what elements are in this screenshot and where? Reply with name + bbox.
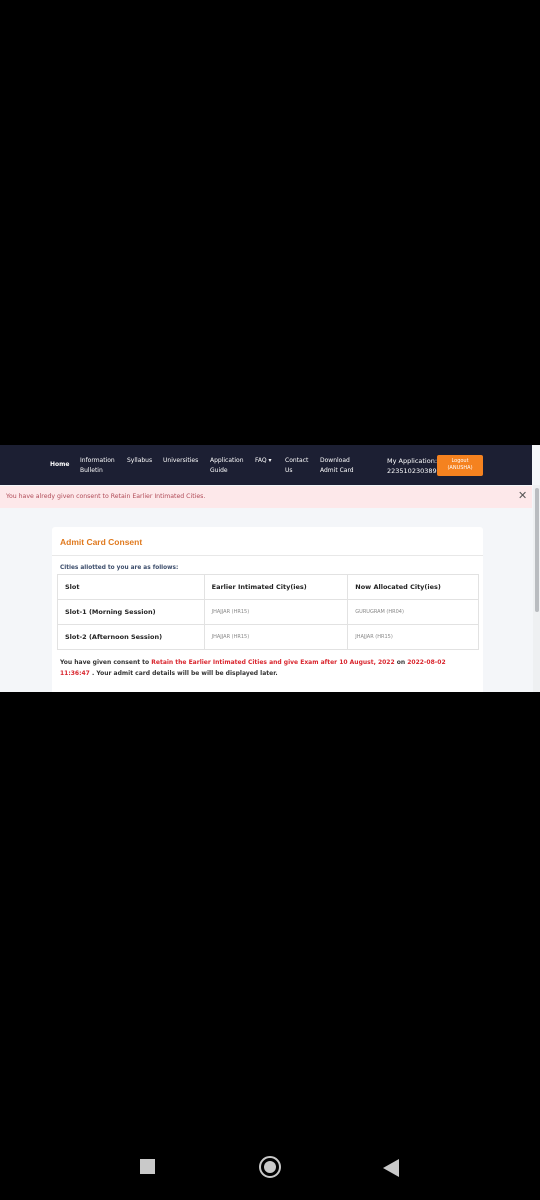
nav-universities[interactable]: Universities [163, 456, 198, 466]
now-city-cell: GURUGRAM (HR04) [347, 599, 479, 625]
alert-text: You have alredy given consent to Retain … [6, 493, 206, 500]
logout-button[interactable]: Logout (ANUSHA) [437, 455, 483, 476]
back-button[interactable] [383, 1159, 399, 1177]
cities-table: Slot Earlier Intimated City(ies) Now All… [57, 574, 479, 650]
slot-cell: Slot-1 (Morning Session) [57, 599, 205, 625]
application-number: 223510230389 [387, 467, 437, 475]
nav-faq-dropdown[interactable]: FAQ ▾ [255, 456, 272, 466]
card-title: Admit Card Consent [60, 537, 143, 547]
card-divider [52, 555, 483, 556]
now-city-cell: JHAJJAR (HR15) [347, 624, 479, 650]
table-row: Slot-2 (Afternoon Session) JHAJJAR (HR15… [57, 624, 479, 650]
admit-card-consent-card: Admit Card Consent Cities allotted to yo… [52, 527, 483, 692]
nav-syllabus[interactable]: Syllabus [127, 456, 152, 466]
consent-message: You have given consent to Retain the Ear… [60, 657, 470, 679]
close-icon[interactable]: ✕ [518, 489, 527, 503]
cities-note: Cities allotted to you are as follows: [60, 565, 179, 571]
my-application: My Application: 223510230389 [387, 456, 437, 476]
slot-cell: Slot-2 (Afternoon Session) [57, 624, 205, 650]
nav-download-admit-card[interactable]: Download Admit Card [320, 456, 354, 476]
browser-viewport: Home Information Bulletin Syllabus Unive… [0, 445, 540, 692]
nav-contact-us[interactable]: Contact Us [285, 456, 308, 476]
consent-highlight: Retain the Earlier Intimated Cities and … [151, 659, 395, 666]
table-header-row: Slot Earlier Intimated City(ies) Now All… [57, 574, 479, 600]
consent-suffix: . Your admit card details will be will b… [89, 670, 278, 677]
header-now-city: Now Allocated City(ies) [347, 574, 479, 600]
consent-alert: You have alredy given consent to Retain … [0, 486, 532, 508]
logout-label: Logout (ANUSHA) [447, 458, 473, 471]
nav-application-guide[interactable]: Application Guide [210, 456, 244, 476]
header-earlier-city: Earlier Intimated City(ies) [203, 574, 349, 600]
nav-information-bulletin[interactable]: Information Bulletin [80, 456, 115, 476]
table-row: Slot-1 (Morning Session) JHAJJAR (HR15) … [57, 599, 479, 625]
top-navbar: Home Information Bulletin Syllabus Unive… [0, 445, 532, 485]
scrollbar-thumb[interactable] [535, 488, 539, 612]
home-button[interactable] [259, 1156, 281, 1178]
my-application-label: My Application: [387, 457, 438, 465]
consent-middle: on [394, 659, 408, 666]
nav-home[interactable]: Home [50, 460, 69, 470]
earlier-city-cell: JHAJJAR (HR15) [203, 624, 349, 650]
header-slot: Slot [57, 574, 205, 600]
consent-prefix: You have given consent to [60, 659, 152, 666]
recent-apps-button[interactable] [140, 1159, 155, 1174]
earlier-city-cell: JHAJJAR (HR15) [203, 599, 349, 625]
